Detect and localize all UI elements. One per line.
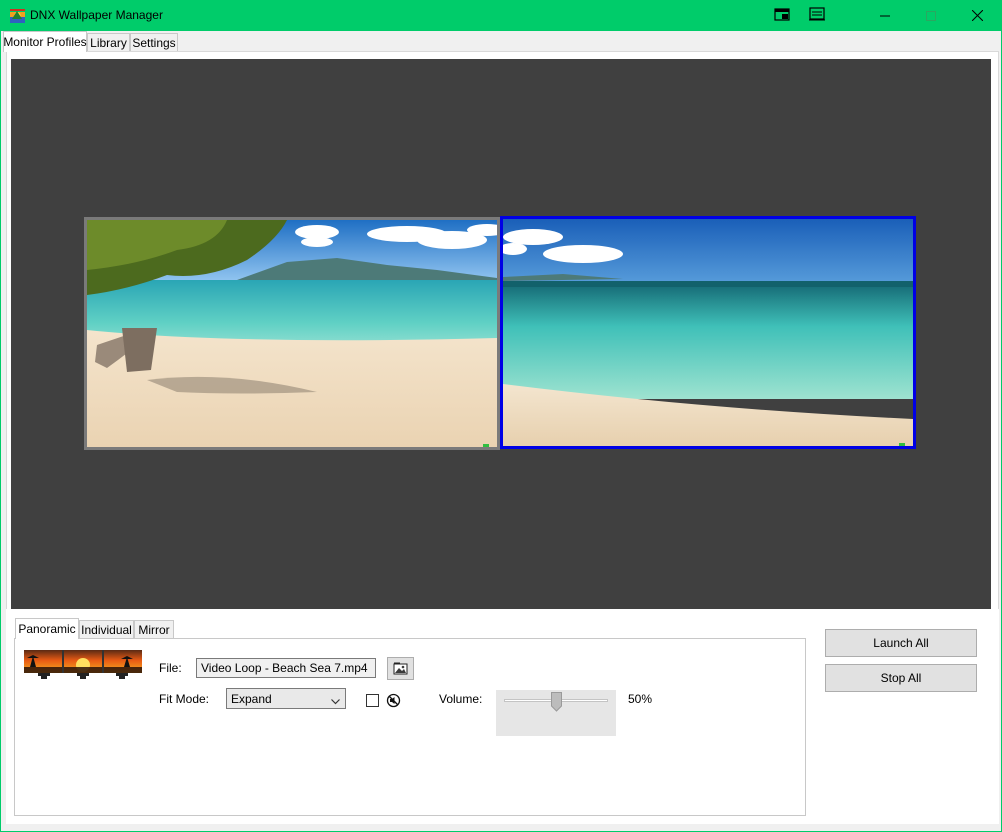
file-path-field[interactable]: Video Loop - Beach Sea 7.mp4 — [196, 658, 376, 678]
maximize-button[interactable] — [908, 0, 954, 31]
monitor-2-status-indicator — [899, 443, 905, 446]
monitor-1-status-indicator — [483, 444, 489, 447]
fit-mode-dropdown[interactable]: Expand — [226, 688, 346, 709]
launch-all-button[interactable]: Launch All — [825, 629, 977, 657]
fit-mode-label: Fit Mode: — [159, 692, 210, 706]
browse-file-button[interactable] — [387, 657, 414, 680]
minimize-icon — [880, 15, 890, 16]
monitor-1-preview[interactable] — [84, 217, 500, 450]
open-sea-wallpaper-thumbnail — [503, 219, 913, 446]
monitor-2-preview[interactable] — [500, 216, 916, 449]
wallpaper-app-icon — [9, 7, 26, 24]
close-icon — [971, 10, 983, 21]
tab-mirror[interactable]: Mirror — [134, 620, 174, 639]
volume-slider[interactable] — [496, 690, 616, 736]
layout-icon[interactable] — [809, 6, 825, 22]
panoramic-mode-icon — [24, 650, 142, 680]
window-title: DNX Wallpaper Manager — [30, 8, 163, 22]
file-label: File: — [159, 661, 182, 675]
title-bar[interactable]: DNX Wallpaper Manager — [0, 0, 1002, 31]
tab-individual[interactable]: Individual — [79, 620, 134, 639]
close-button[interactable] — [954, 0, 1000, 31]
tab-monitor-profiles[interactable]: Monitor Profiles — [3, 31, 87, 52]
chevron-down-icon — [331, 694, 340, 708]
volume-label: Volume: — [439, 692, 483, 706]
tab-panoramic[interactable]: Panoramic — [15, 618, 79, 639]
stop-all-button[interactable]: Stop All — [825, 664, 977, 692]
fit-mode-value: Expand — [231, 692, 272, 706]
image-folder-icon — [393, 662, 408, 675]
tab-settings[interactable]: Settings — [130, 33, 178, 52]
volume-slider-thumb[interactable] — [550, 692, 562, 712]
mute-checkbox[interactable] — [366, 694, 379, 707]
beach-tree-wallpaper-thumbnail — [87, 220, 497, 447]
mute-speaker-icon — [386, 693, 401, 708]
volume-value: 50% — [628, 692, 653, 706]
maximize-icon — [926, 10, 936, 21]
pin-window-icon[interactable] — [774, 8, 790, 22]
minimize-button[interactable] — [862, 0, 908, 31]
tab-library[interactable]: Library — [87, 33, 130, 52]
